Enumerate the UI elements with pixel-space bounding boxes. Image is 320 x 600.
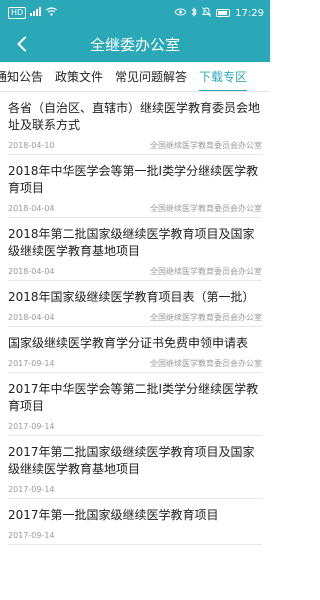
item-title: 国家级继续医学教育学分证书免费申领申请表 [8,336,249,350]
item-meta: 2017-09-14 [8,526,262,544]
item-date: 2017-09-14 [8,358,55,368]
tab-policy-documents[interactable]: 政策文件 [49,62,109,91]
item-title: 2018年第二批国家级继续医学教育项目及国家级继续医学教育基地项目 [8,227,255,258]
item-source: 全国继续医学教育委员会办公室 [150,312,262,322]
item-source: 全国继续医学教育委员会办公室 [150,140,262,150]
list-item[interactable]: 2017年中华医学会等第二批Ⅰ类学分继续医学教育项目 2017-09-14 [8,373,262,436]
status-left: HD [8,7,58,19]
download-list: 各省（自治区、直辖市）继续医学教育委员会地址及联系方式 2018-04-10 全… [0,92,270,545]
item-date: 2017-09-14 [8,421,55,431]
item-title: 2017年第二批国家级继续医学教育项目及国家级继续医学教育基地项目 [8,445,255,476]
status-right: 17:29 [175,6,264,20]
item-source: 全国继续医学教育委员会办公室 [150,203,262,213]
mute-icon [202,6,212,20]
tab-downloads[interactable]: 下载专区 [193,62,253,91]
item-meta: 2018-04-04 全国继续医学教育委员会办公室 [8,262,262,280]
item-meta: 2017-09-14 全国继续医学教育委员会办公室 [8,354,262,372]
item-date: 2018-04-04 [8,203,55,213]
item-title: 2018年国家级继续医学教育项目表（第一批） [8,290,255,304]
list-item[interactable]: 2018年中华医学会等第一批Ⅰ类学分继续医学教育项目 2018-04-04 全国… [8,155,262,218]
battery-icon [216,9,231,17]
item-date: 2018-04-04 [8,266,55,276]
app-bar: 全继委办公室 [0,26,270,62]
signal-icon [30,7,42,19]
eye-icon [175,8,187,19]
status-bar: HD 17:29 [0,0,270,26]
item-meta: 2018-04-10 全国继续医学教育委员会办公室 [8,136,262,154]
bluetooth-icon [191,6,197,20]
tab-notices[interactable]: 通知公告 [0,62,49,91]
tab-faq[interactable]: 常见问题解答 [109,62,193,91]
item-source: 全国继续医学教育委员会办公室 [150,266,262,276]
item-title: 各省（自治区、直辖市）继续医学教育委员会地址及联系方式 [8,101,261,132]
item-title: 2018年中华医学会等第一批Ⅰ类学分继续医学教育项目 [8,164,259,195]
signal-indicator: HD [8,7,27,19]
list-item[interactable]: 国家级继续医学教育学分证书免费申领申请表 2017-09-14 全国继续医学教育… [8,327,262,373]
list-item[interactable]: 2018年国家级继续医学教育项目表（第一批） 2018-04-04 全国继续医学… [8,281,262,327]
item-meta: 2017-09-14 [8,480,262,498]
list-item[interactable]: 2018年第二批国家级继续医学教育项目及国家级继续医学教育基地项目 2018-0… [8,218,262,281]
item-date: 2017-09-14 [8,484,55,494]
page-title: 全继委办公室 [89,35,180,54]
item-date: 2018-04-10 [8,140,55,150]
list-item[interactable]: 2017年第二批国家级继续医学教育项目及国家级继续医学教育基地项目 2017-0… [8,436,262,499]
back-button[interactable] [10,32,34,56]
list-item[interactable]: 各省（自治区、直辖市）继续医学教育委员会地址及联系方式 2018-04-10 全… [8,92,262,155]
item-meta: 2018-04-04 全国继续医学教育委员会办公室 [8,199,262,217]
tab-bar: 通知公告 政策文件 常见问题解答 下载专区 [0,62,270,92]
chevron-left-icon [17,36,26,52]
list-item[interactable]: 2017年第一批国家级继续医学教育项目 2017-09-14 [8,499,262,545]
wifi-icon [46,7,58,19]
status-time: 17:29 [235,7,264,19]
item-title: 2017年第一批国家级继续医学教育项目 [8,508,219,522]
item-title: 2017年中华医学会等第二批Ⅰ类学分继续医学教育项目 [8,382,259,413]
item-source: 全国继续医学教育委员会办公室 [150,358,262,368]
item-date: 2018-04-04 [8,312,55,322]
item-date: 2017-09-14 [8,530,55,540]
item-meta: 2017-09-14 [8,417,262,435]
item-meta: 2018-04-04 全国继续医学教育委员会办公室 [8,308,262,326]
